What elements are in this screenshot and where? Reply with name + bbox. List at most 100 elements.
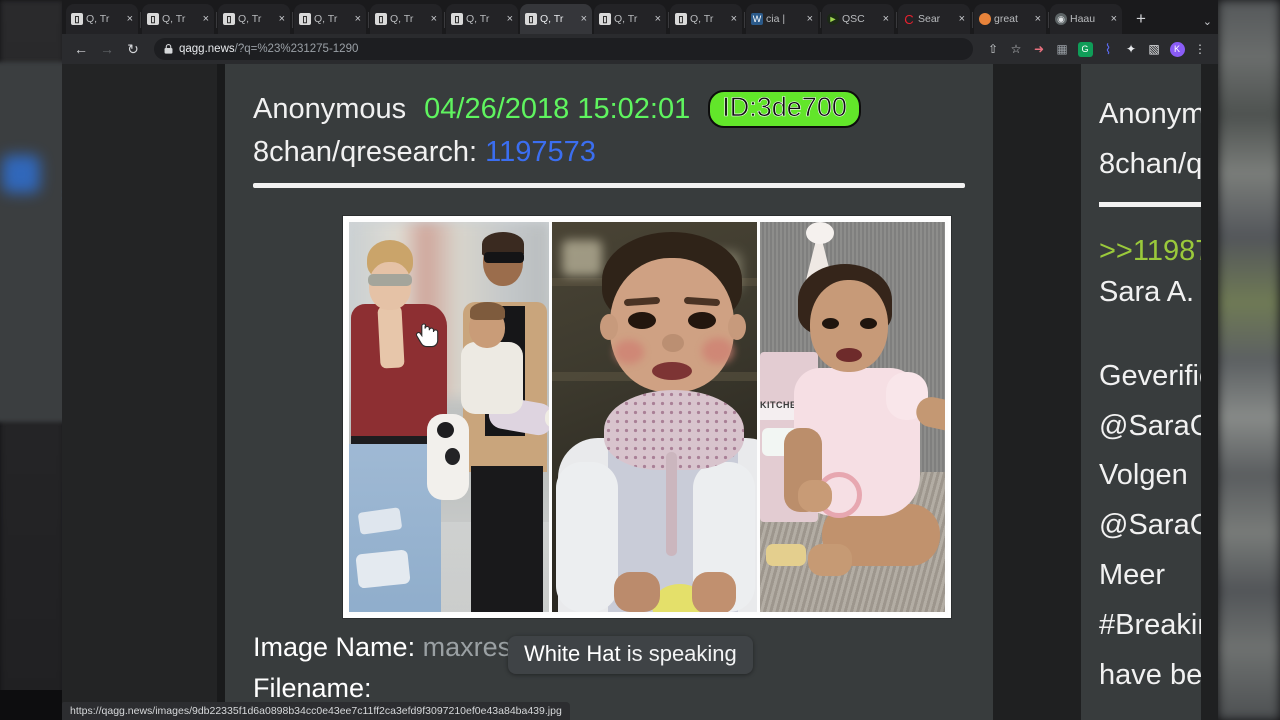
adjacent-reference-link[interactable]: >>119870: [1099, 235, 1201, 268]
photo-toddler-sitting[interactable]: KITCHEN: [760, 222, 945, 613]
photo-couple-walking-with-child[interactable]: [349, 222, 550, 613]
play-circle-icon: ►: [827, 13, 839, 25]
browser-tab-9[interactable]: ▯ Q, Tr ×: [670, 4, 742, 34]
tab-title: Q, Tr: [540, 13, 564, 25]
extension-pink-arrow-icon[interactable]: ➜: [1029, 39, 1049, 59]
browser-tab-14[interactable]: ◉ Haau ×: [1050, 4, 1122, 34]
browser-tab-8[interactable]: ▯ Q, Tr ×: [594, 4, 666, 34]
browser-tab-7-active[interactable]: ▯ Q, Tr ×: [520, 4, 592, 34]
new-tab-button[interactable]: +: [1128, 6, 1154, 32]
toolbar-icon-group: ⇧ ☆ ➜ ▦ G ⌇ ✦ ▧ K ⋮: [983, 39, 1210, 59]
photo2-hand: [614, 572, 661, 613]
tab-separator: [368, 12, 369, 28]
extension-green-icon[interactable]: G: [1075, 39, 1095, 59]
tab-title: Q, Tr: [162, 13, 186, 25]
browser-tab-6[interactable]: ▯ Q, Tr ×: [446, 4, 518, 34]
post-number-link[interactable]: 1197573: [485, 136, 596, 168]
tab-list-button[interactable]: ⌄: [1203, 15, 1218, 34]
browser-tab-10[interactable]: W cia | ×: [746, 4, 818, 34]
address-bar[interactable]: qagg.news/?q=%23%231275-1290: [154, 38, 973, 60]
status-bar-url: https://qagg.news/images/9db22335f1d6a08…: [62, 702, 570, 720]
tab-title: Q, Tr: [238, 13, 262, 25]
close-icon[interactable]: ×: [731, 13, 737, 25]
photo1-plush-spot: [445, 448, 460, 466]
doc-icon: ▯: [451, 13, 463, 25]
bookmark-star-icon[interactable]: ☆: [1006, 39, 1026, 59]
tab-separator: [292, 12, 293, 28]
tab-title: great: [994, 13, 1018, 25]
tab-separator: [140, 12, 141, 28]
tooltip-bold-text: White Hat: [524, 641, 621, 666]
screen: s- ▯ Q, Tr × ▯ Q, Tr × ▯ Q, Tr ×: [0, 0, 1280, 720]
photo3-eye: [822, 318, 840, 330]
tab-title: QSC: [842, 13, 865, 25]
photo3-mouth: [836, 348, 863, 363]
close-icon[interactable]: ×: [1111, 13, 1117, 25]
post-id-badge: ID:3de700: [708, 90, 861, 129]
adjacent-body-line: Volgen: [1099, 459, 1188, 492]
browser-tab-1[interactable]: ▯ Q, Tr ×: [66, 4, 138, 34]
post-timestamp: 04/26/2018 15:02:01: [424, 92, 691, 125]
browser-tab-11[interactable]: ► QSC ×: [822, 4, 894, 34]
close-icon[interactable]: ×: [581, 13, 587, 25]
photo2-blurred-object: [562, 240, 603, 277]
tab-title: Haau: [1070, 13, 1096, 25]
doc-icon: ▯: [71, 13, 83, 25]
close-icon[interactable]: ×: [1035, 13, 1041, 25]
browser-tab-13[interactable]: great ×: [974, 4, 1046, 34]
close-icon[interactable]: ×: [355, 13, 361, 25]
tab-separator: [744, 12, 745, 28]
post-divider: [253, 183, 965, 189]
tab-title: Q, Tr: [86, 13, 110, 25]
photo-toddler-portrait[interactable]: [552, 222, 758, 613]
extension-blue-icon[interactable]: ⌇: [1098, 39, 1118, 59]
adjacent-post-card: Anonymo 8chan/qr >>119870 Sara A. C Geve…: [1081, 64, 1201, 720]
sidepanel-icon[interactable]: ▧: [1144, 39, 1164, 59]
share-icon[interactable]: ⇧: [983, 39, 1003, 59]
browser-tab-5[interactable]: ▯ Q, Tr ×: [370, 4, 442, 34]
green-badge: G: [1077, 41, 1093, 57]
chrome-menu-icon[interactable]: ⋮: [1190, 39, 1210, 59]
orange-circle-icon: [979, 13, 991, 25]
reload-button[interactable]: ↻: [122, 38, 144, 60]
tab-title: Q, Tr: [614, 13, 638, 25]
red-c-icon: C: [904, 11, 914, 27]
photo1-man-pants: [471, 466, 544, 613]
backdrop-bottom-strip: [0, 690, 64, 720]
close-icon[interactable]: ×: [807, 13, 813, 25]
close-icon[interactable]: ×: [203, 13, 209, 25]
profile-avatar-icon[interactable]: K: [1167, 39, 1187, 59]
page-gutter: [217, 64, 225, 720]
avatar-initial: K: [1169, 41, 1185, 57]
tab-title: Q, Tr: [466, 13, 490, 25]
close-icon[interactable]: ×: [127, 13, 133, 25]
photo1-child-body: [461, 342, 523, 415]
forward-button[interactable]: →: [96, 38, 118, 60]
tab-title: cia |: [766, 13, 786, 25]
post-image-collage[interactable]: KITCHEN: [343, 216, 951, 619]
photo3-foot: [808, 544, 853, 577]
close-icon[interactable]: ×: [507, 13, 513, 25]
extensions-puzzle-icon[interactable]: ✦: [1121, 39, 1141, 59]
globe-icon: ◉: [1055, 13, 1067, 25]
photo1-man-sunglasses: [484, 252, 525, 264]
browser-tab-4[interactable]: ▯ Q, Tr ×: [294, 4, 366, 34]
close-icon[interactable]: ×: [655, 13, 661, 25]
tab-separator: [820, 12, 821, 28]
extension-gray-icon[interactable]: ▦: [1052, 39, 1072, 59]
adjacent-divider: [1099, 201, 1201, 207]
close-icon[interactable]: ×: [431, 13, 437, 25]
adjacent-board: 8chan/qr: [1099, 147, 1201, 180]
close-icon[interactable]: ×: [959, 13, 965, 25]
close-icon[interactable]: ×: [279, 13, 285, 25]
tab-title: Q, Tr: [690, 13, 714, 25]
back-button[interactable]: ←: [70, 38, 92, 60]
board-label: 8chan/qresearch:: [253, 136, 478, 169]
close-icon[interactable]: ×: [883, 13, 889, 25]
adjacent-body-line: #Breaking: [1099, 609, 1201, 641]
browser-tab-3[interactable]: ▯ Q, Tr ×: [218, 4, 290, 34]
tab-separator: [1048, 12, 1049, 28]
browser-tab-12[interactable]: C Sear ×: [898, 4, 970, 34]
browser-tab-2[interactable]: ▯ Q, Tr ×: [142, 4, 214, 34]
tab-strip: ▯ Q, Tr × ▯ Q, Tr × ▯ Q, Tr × ▯ Q, Tr ×: [62, 0, 1218, 34]
